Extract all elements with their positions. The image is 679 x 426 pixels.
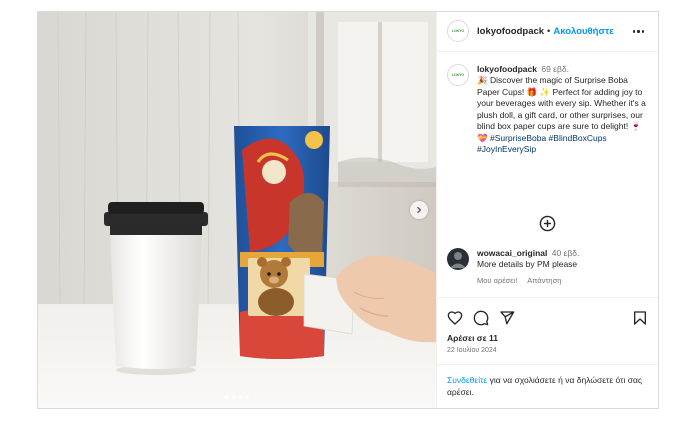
carousel-dots: [224, 395, 250, 399]
caption-time: 69 εβδ.: [541, 63, 569, 74]
save-button[interactable]: [632, 310, 648, 326]
more-options-button[interactable]: [629, 26, 649, 37]
comment-row: wowacai_original 40 εβδ. More details by…: [447, 247, 579, 287]
caption-avatar[interactable]: LOKYO: [447, 63, 469, 86]
login-link[interactable]: Συνδεθείτε: [447, 375, 487, 385]
comment-actions: Μου αρέσει! Απάντηση: [477, 275, 579, 287]
comment-time: 40 εβδ.: [551, 247, 580, 258]
post-side-panel: LOKYO lokyofoodpack • Ακολουθήστε LOKYO …: [436, 12, 658, 408]
load-more-comments-button[interactable]: [539, 215, 556, 237]
caption-body: lokyofoodpack 69 εβδ. 🎉 Discover the mag…: [477, 64, 648, 156]
carousel-dot: [231, 395, 236, 399]
comment-icon: [473, 310, 489, 326]
header-separator: •: [547, 25, 551, 37]
next-arrow-icon: [417, 206, 422, 214]
next-slide-button[interactable]: [410, 201, 428, 219]
post-card: LOKYO lokyofoodpack • Ακολουθήστε LOKYO …: [37, 11, 659, 409]
share-icon: [500, 311, 515, 325]
commenter-avatar[interactable]: [447, 247, 469, 270]
post-actions: Αρέσει σε 11 22 Ιουλίου 2024: [437, 297, 658, 354]
user-avatar-icon: [450, 251, 466, 268]
carousel-dot: [238, 395, 243, 399]
header-username[interactable]: lokyofoodpack: [477, 26, 544, 37]
caption-row: LOKYO lokyofoodpack 69 εβδ. 🎉 Discover t…: [447, 63, 648, 156]
carousel-dot: [224, 395, 229, 399]
post-date: 22 Ιουλίου 2024: [447, 347, 497, 354]
profile-avatar[interactable]: LOKYO: [447, 20, 469, 43]
comment-username[interactable]: wowacai_original: [477, 248, 547, 258]
caption-hashtags[interactable]: #SurpriseBoba #BlindBoxCups #JoyInEveryS…: [477, 133, 607, 155]
comment-like-button[interactable]: Μου αρέσει!: [477, 275, 517, 287]
heart-icon: [447, 311, 463, 325]
share-button[interactable]: [499, 310, 515, 326]
bookmark-icon: [634, 311, 646, 325]
comment-reply-button[interactable]: Απάντηση: [527, 275, 561, 287]
post-photo: [38, 12, 436, 408]
follow-button[interactable]: Ακολουθήστε: [553, 26, 613, 37]
post-media[interactable]: [38, 12, 436, 408]
carousel-dot: [245, 395, 250, 399]
avatar-logo-text: LOKYO: [452, 72, 464, 77]
likes-count[interactable]: Αρέσει σε 11: [447, 333, 648, 343]
caption-username[interactable]: lokyofoodpack: [477, 64, 537, 74]
more-icon: [632, 30, 644, 33]
avatar-logo-text: LOKYO: [452, 29, 464, 34]
comment-text: More details by PM please: [477, 259, 578, 270]
like-button[interactable]: [447, 310, 463, 326]
login-prompt: Συνδεθείτε για να σχολιάσετε ή να δηλώσε…: [437, 364, 658, 408]
action-icons: [447, 308, 648, 328]
comments-area[interactable]: LOKYO lokyofoodpack 69 εβδ. 🎉 Discover t…: [437, 52, 658, 297]
comment-button[interactable]: [473, 310, 489, 326]
add-comment-icon: [539, 215, 556, 232]
post-header: LOKYO lokyofoodpack • Ακολουθήστε: [437, 12, 658, 52]
comment-body: wowacai_original 40 εβδ. More details by…: [477, 248, 579, 287]
